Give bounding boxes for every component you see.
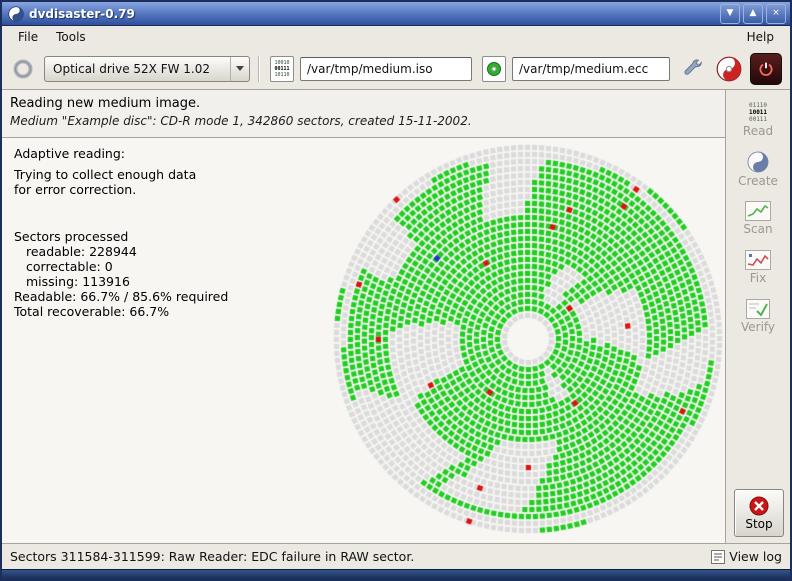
create-icon [747,151,769,173]
create-button[interactable]: Create [730,147,786,191]
statusbar: Sectors 311584-311599: Raw Reader: EDC f… [2,543,790,569]
stop-icon [749,496,769,516]
chevron-down-icon [230,57,249,81]
scan-label: Scan [743,222,772,236]
adaptive-desc-line2: for error correction. [14,182,228,197]
fix-label: Fix [750,271,766,285]
drive-eject-button[interactable] [10,56,36,82]
status-message: Sectors 311584-311599: Raw Reader: EDC f… [10,549,711,564]
sectors-processed-title: Sectors processed [14,229,228,244]
minimize-button[interactable]: ▼ [720,4,740,24]
sectors-correctable: correctable: 0 [14,259,228,274]
scan-button[interactable]: Scan [730,196,786,240]
verify-icon [746,299,770,319]
read-icon: 01110 10011 00111 [749,102,767,123]
window-bottom-edge [2,569,790,580]
read-button[interactable]: 01110 10011 00111 Read [730,98,786,142]
status-header: Reading new medium image. Medium "Exampl… [2,89,790,137]
titlebar[interactable]: dvdisaster-0.79 ▼ ▲ × [2,2,790,26]
view-log-label: View log [729,549,782,564]
close-button[interactable]: × [766,4,786,24]
action-title: Reading new medium image. [10,96,782,111]
preferences-button[interactable] [678,54,708,84]
drive-select-combo[interactable]: Optical drive 52X FW 1.02 [44,56,250,82]
read-label: Read [743,124,773,138]
reading-info-panel: Adaptive reading: Trying to collect enou… [14,146,228,319]
toolbar: Optical drive 52X FW 1.02 10010 00111 10… [2,48,790,89]
stop-button[interactable]: Stop [734,489,784,537]
medium-info: Medium "Example disc": CD-R mode 1, 3428… [10,114,782,128]
fix-icon [745,250,771,270]
menu-help[interactable]: Help [739,28,782,46]
main-content: Adaptive reading: Trying to collect enou… [2,138,725,543]
iso-image-icon: 10010 00111 10110 [270,56,294,82]
fix-button[interactable]: Fix [730,245,786,289]
menubar: File Tools Help [2,26,790,48]
adaptive-desc-line1: Trying to collect enough data [14,167,228,182]
create-label: Create [738,174,778,188]
drive-icon [13,59,33,79]
total-recoverable: Total recoverable: 66.7% [14,304,228,319]
app-icon [8,6,24,22]
scan-icon [745,201,771,221]
stop-label: Stop [745,517,772,531]
view-log-button[interactable]: View log [711,549,782,564]
verify-label: Verify [741,320,775,334]
wrench-icon [682,58,704,80]
ecc-file-icon [482,56,506,82]
ecc-path-input[interactable] [512,57,670,81]
drive-select-value: Optical drive 52X FW 1.02 [45,57,230,81]
toolbar-separator [258,56,260,82]
iso-path-input[interactable] [300,57,472,81]
readable-percentage: Readable: 66.7% / 85.6% required [14,289,228,304]
window-title: dvdisaster-0.79 [29,7,717,21]
adaptive-reading-title: Adaptive reading: [14,146,228,161]
dvdisaster-logo-button[interactable] [714,54,744,84]
power-icon [757,60,775,78]
disc-logo-icon [716,56,742,82]
quit-button[interactable] [750,53,782,85]
action-sidebar: 01110 10011 00111 Read Create Scan [726,90,790,543]
app-window: dvdisaster-0.79 ▼ ▲ × File Tools Help Op… [0,0,792,581]
sectors-readable: readable: 228944 [14,244,228,259]
menu-file[interactable]: File [10,28,46,46]
toolbar-right-group [672,53,782,85]
menu-tools[interactable]: Tools [48,28,94,46]
log-icon [711,550,725,564]
maximize-button[interactable]: ▲ [743,4,763,24]
verify-button[interactable]: Verify [730,294,786,338]
sectors-missing: missing: 113916 [14,274,228,289]
